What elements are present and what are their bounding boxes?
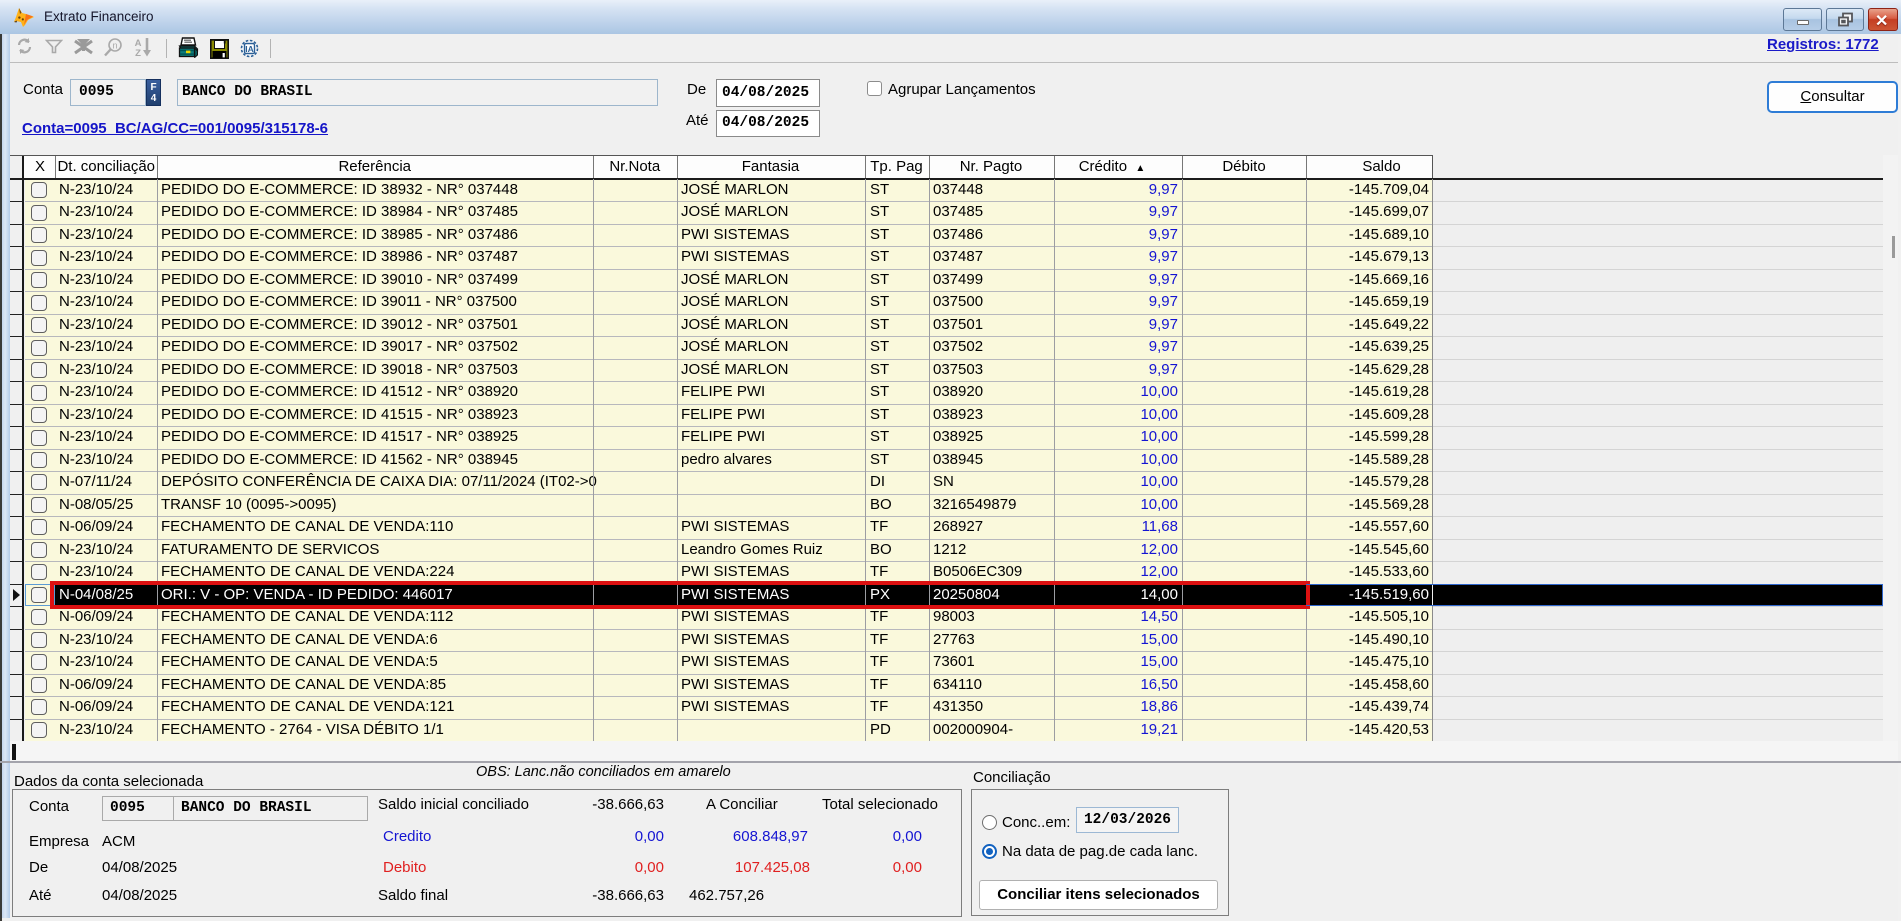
svg-text:n: n xyxy=(112,41,117,51)
svg-text:Z: Z xyxy=(135,48,141,57)
svg-text:IA: IA xyxy=(245,44,254,54)
